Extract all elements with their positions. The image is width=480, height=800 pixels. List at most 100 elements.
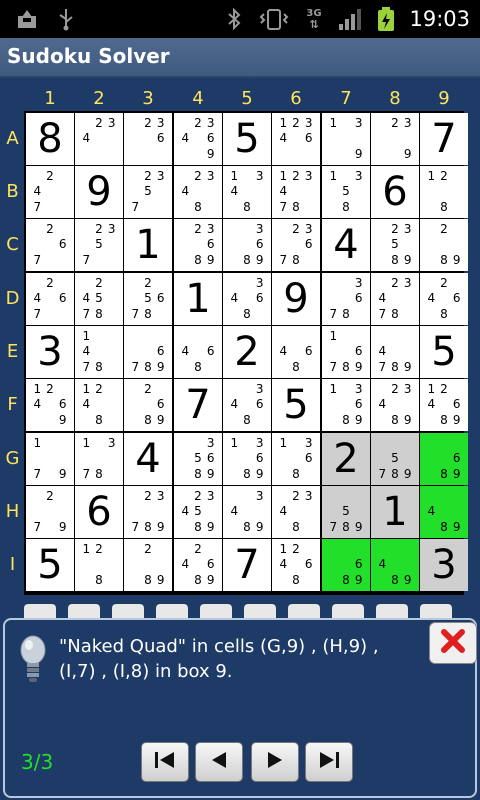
sudoku-cell[interactable]: 1478: [75, 326, 123, 378]
sudoku-cell[interactable]: 2357: [124, 166, 172, 218]
sudoku-cell[interactable]: 12 8: [420, 166, 468, 218]
sudoku-cell[interactable]: 8: [26, 113, 74, 165]
sudoku-cell[interactable]: 4 68: [174, 326, 222, 378]
sudoku-cell[interactable]: 5: [272, 379, 320, 431]
sudoku-cell[interactable]: 1 3 78: [75, 433, 123, 485]
keypad-key[interactable]: [200, 604, 232, 618]
sudoku-cell[interactable]: 1 3689: [322, 379, 370, 431]
keypad-key[interactable]: [112, 604, 144, 618]
sudoku-cell[interactable]: 26 7: [26, 219, 74, 271]
close-hint-button[interactable]: [429, 622, 477, 664]
keypad-key[interactable]: [376, 604, 408, 618]
sudoku-cell[interactable]: 7: [420, 113, 468, 165]
keypad-key[interactable]: [156, 604, 188, 618]
sudoku-cell[interactable]: 23 9: [371, 113, 419, 165]
sudoku-cell[interactable]: 4: [322, 219, 370, 271]
sudoku-cell[interactable]: 2689: [124, 379, 172, 431]
sudoku-cell[interactable]: 3: [420, 539, 468, 591]
sudoku-cell[interactable]: 689: [322, 539, 370, 591]
sudoku-cell[interactable]: 489: [420, 486, 468, 538]
keypad-key[interactable]: [244, 604, 276, 618]
sudoku-cell[interactable]: 23 4589: [174, 486, 222, 538]
sudoku-cell[interactable]: 24 68: [420, 273, 468, 325]
sudoku-cell[interactable]: 5: [26, 539, 74, 591]
last-step-button[interactable]: [305, 742, 353, 782]
sudoku-cell[interactable]: 3 4 68: [223, 379, 271, 431]
sudoku-cell[interactable]: 3 4 68: [223, 273, 271, 325]
sudoku-cell[interactable]: 6: [371, 166, 419, 218]
sudoku-cell[interactable]: 23689: [174, 219, 222, 271]
next-step-button[interactable]: [251, 742, 299, 782]
sudoku-cell[interactable]: 1 3689: [223, 433, 271, 485]
sudoku-cell[interactable]: 4: [124, 433, 172, 485]
sudoku-cell[interactable]: 1 6 789: [322, 326, 370, 378]
sudoku-cell[interactable]: 23 478: [371, 273, 419, 325]
sudoku-cell[interactable]: 3689: [223, 219, 271, 271]
sudoku-cell[interactable]: 2: [223, 326, 271, 378]
sudoku-cell[interactable]: 1 3 48: [223, 166, 271, 218]
sudoku-cell[interactable]: 2 89: [124, 539, 172, 591]
sudoku-cell[interactable]: 2 89: [420, 219, 468, 271]
sudoku-cell[interactable]: 23 4: [75, 113, 123, 165]
sudoku-cell[interactable]: 24 689: [174, 539, 222, 591]
sudoku-cell[interactable]: 247: [26, 166, 74, 218]
sudoku-cell[interactable]: 1 368: [272, 433, 320, 485]
sudoku-cell[interactable]: 6 789: [124, 326, 172, 378]
sudoku-cell[interactable]: 1 358: [322, 166, 370, 218]
candidate-digit: [438, 489, 451, 504]
sudoku-cell[interactable]: 3: [26, 326, 74, 378]
previous-step-button[interactable]: [195, 742, 243, 782]
sudoku-cell[interactable]: 2: [322, 433, 370, 485]
sudoku-cell[interactable]: 6: [75, 486, 123, 538]
sudoku-cell[interactable]: 4789: [371, 326, 419, 378]
sudoku-cell[interactable]: 1 3 9: [322, 113, 370, 165]
sudoku-cell[interactable]: 5: [223, 113, 271, 165]
keypad-key[interactable]: [420, 604, 452, 618]
sudoku-cell[interactable]: 23 4 69: [174, 113, 222, 165]
sudoku-cell[interactable]: 689: [420, 433, 468, 485]
sudoku-cell[interactable]: 23589: [371, 219, 419, 271]
sudoku-cell[interactable]: 23 48: [272, 486, 320, 538]
sudoku-cell[interactable]: 489: [371, 539, 419, 591]
sudoku-cell[interactable]: 12 8: [75, 539, 123, 591]
sudoku-cell[interactable]: 236: [124, 113, 172, 165]
sudoku-cell[interactable]: 1 7 9: [26, 433, 74, 485]
sudoku-cell[interactable]: 7: [174, 379, 222, 431]
sudoku-cell[interactable]: 123 4 6: [272, 113, 320, 165]
sudoku-cell[interactable]: 1: [371, 486, 419, 538]
sudoku-cell[interactable]: 5: [420, 326, 468, 378]
sudoku-cell[interactable]: 124 69: [26, 379, 74, 431]
sudoku-cell[interactable]: 35689: [174, 433, 222, 485]
sudoku-cell[interactable]: 3 489: [223, 486, 271, 538]
sudoku-cell[interactable]: 124 689: [420, 379, 468, 431]
sudoku-cell[interactable]: 256 78: [124, 273, 172, 325]
candidate-digit: [290, 237, 303, 252]
sudoku-cell[interactable]: 123 478: [272, 166, 320, 218]
sudoku-cell[interactable]: 236 78: [272, 219, 320, 271]
cell-candidates: 489: [425, 489, 463, 535]
sudoku-cell[interactable]: 5789: [371, 433, 419, 485]
sudoku-cell[interactable]: 1248: [75, 379, 123, 431]
sudoku-cell[interactable]: 23 789: [124, 486, 172, 538]
sudoku-cell[interactable]: 7: [223, 539, 271, 591]
keypad-key[interactable]: [68, 604, 100, 618]
sudoku-cell[interactable]: 9: [272, 273, 320, 325]
sudoku-cell[interactable]: 1: [174, 273, 222, 325]
sudoku-cell[interactable]: 2357: [75, 219, 123, 271]
keypad-key[interactable]: [288, 604, 320, 618]
sudoku-cell[interactable]: 9: [75, 166, 123, 218]
sudoku-cell[interactable]: 23 48: [174, 166, 222, 218]
sudoku-cell[interactable]: 124 68: [272, 539, 320, 591]
first-step-button[interactable]: [141, 742, 189, 782]
sudoku-cell[interactable]: 24578: [75, 273, 123, 325]
sudoku-cell[interactable]: 5789: [322, 486, 370, 538]
sudoku-cell[interactable]: 23 489: [371, 379, 419, 431]
sudoku-cell[interactable]: 4 68: [272, 326, 320, 378]
candidate-digit: 5: [342, 184, 350, 199]
sudoku-cell[interactable]: 36 78: [322, 273, 370, 325]
sudoku-cell[interactable]: 24 6 7: [26, 273, 74, 325]
keypad-key[interactable]: [332, 604, 364, 618]
sudoku-cell[interactable]: 2 7 9: [26, 486, 74, 538]
sudoku-cell[interactable]: 1: [124, 219, 172, 271]
keypad-key[interactable]: [24, 604, 56, 618]
